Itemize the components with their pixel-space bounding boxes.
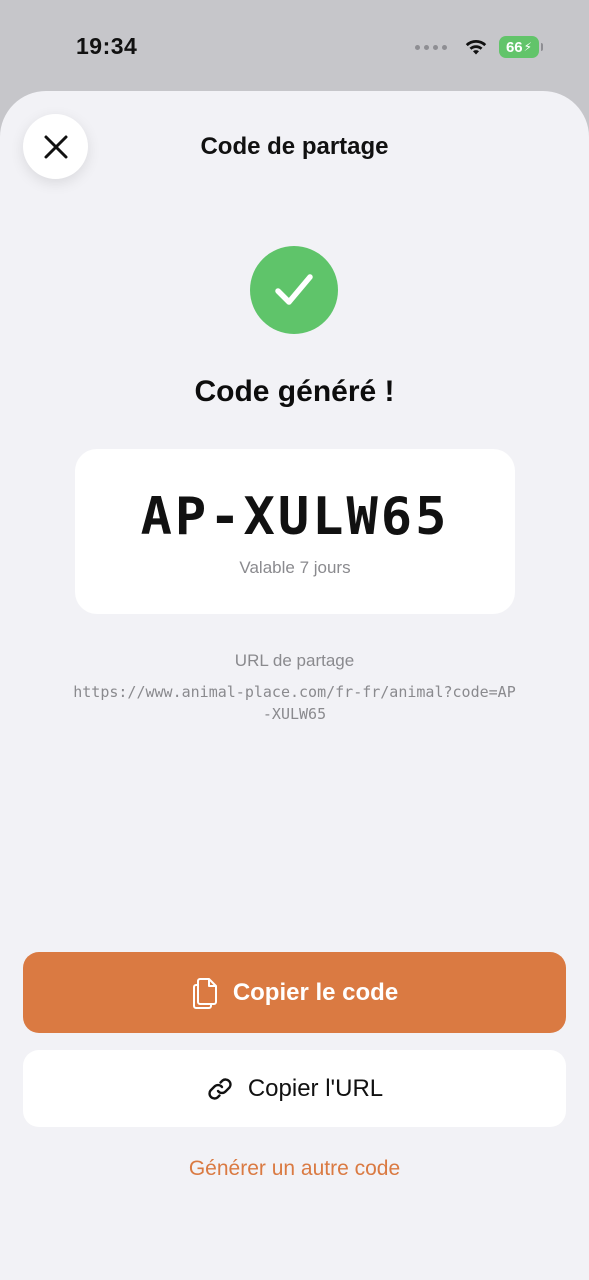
share-url-value: https://www.animal-place.com/fr-fr/anima… [73, 683, 516, 723]
battery-charging-icon: 66 ⚡ [499, 36, 543, 58]
cellular-signal-icon [415, 44, 447, 50]
copy-code-label: Copier le code [232, 978, 399, 1006]
share-code-sheet: Code de partage Code généré ! AP-XULW65 … [0, 91, 589, 1280]
regenerate-code-link[interactable]: Générer un autre code [0, 1157, 589, 1181]
status-icons: 66 ⚡ [415, 36, 543, 58]
code-card: AP-XULW65 Valable 7 jours [75, 449, 515, 614]
share-code-value: AP-XULW65 [140, 487, 450, 547]
copy-url-button[interactable]: Copier l'URL [23, 1050, 566, 1127]
sheet-title: Code de partage [200, 133, 389, 160]
result-heading: Code généré ! [194, 375, 395, 408]
status-time: 19:34 [76, 33, 138, 59]
copy-code-button[interactable]: Copier le code [23, 952, 566, 1033]
copy-icon [191, 977, 219, 1009]
share-url-label: URL de partage [234, 651, 355, 670]
battery-level: 66 [505, 38, 523, 56]
success-badge [250, 246, 338, 334]
code-validity: Valable 7 jours [239, 558, 351, 577]
copy-url-label: Copier l'URL [247, 1074, 384, 1102]
wifi-icon [463, 37, 489, 57]
link-icon [206, 1075, 234, 1103]
status-bar: 19:34 66 ⚡ [0, 0, 589, 92]
checkmark-icon [270, 266, 318, 314]
